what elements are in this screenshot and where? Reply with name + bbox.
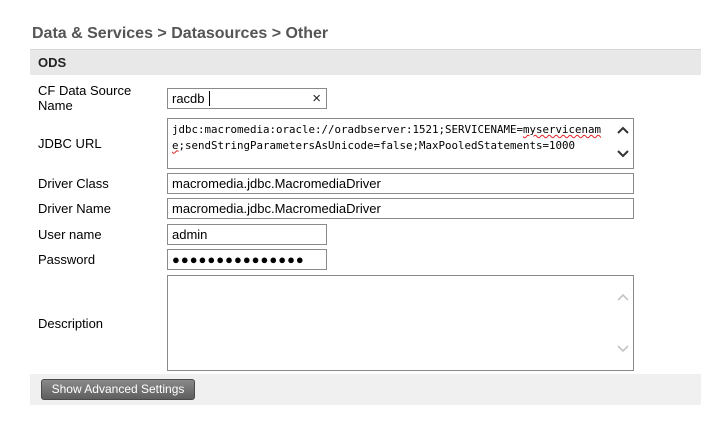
description-label: Description	[38, 316, 104, 331]
driver-class-input[interactable]: macromedia.jdbc.MacromediaDriver	[167, 173, 634, 194]
driver-name-value: macromedia.jdbc.MacromediaDriver	[172, 201, 381, 216]
chevron-down-icon[interactable]	[617, 345, 629, 353]
clear-x-icon[interactable]: ×	[312, 90, 321, 107]
username-input[interactable]: admin	[167, 224, 327, 245]
chevron-up-icon[interactable]	[617, 293, 629, 301]
password-value: ●●●●●●●●●●●●●●●	[172, 252, 305, 267]
chevron-up-icon[interactable]	[617, 126, 629, 134]
ds-name-label: CF Data Source Name	[38, 83, 132, 113]
jdbc-url-textarea[interactable]: jdbc:macromedia:oracle://oradbserver:152…	[167, 118, 634, 169]
username-value: admin	[172, 227, 208, 242]
breadcrumb: Data & Services > Datasources > Other	[32, 25, 329, 42]
password-input[interactable]: ●●●●●●●●●●●●●●●	[167, 249, 327, 270]
show-advanced-settings-button[interactable]: Show Advanced Settings	[41, 379, 195, 400]
password-label: Password	[38, 252, 96, 267]
driver-class-label: Driver Class	[38, 176, 109, 191]
text-caret	[209, 91, 210, 106]
username-label: User name	[38, 227, 102, 242]
advanced-settings-bar: Show Advanced Settings	[30, 374, 701, 405]
jdbc-url-label: JDBC URL	[38, 136, 102, 151]
driver-name-label: Driver Name	[38, 201, 111, 216]
section-title: ODS	[38, 55, 67, 70]
ds-name-input[interactable]: racdb ×	[167, 88, 327, 109]
ds-name-value: racdb	[172, 91, 205, 106]
chevron-down-icon[interactable]	[617, 150, 629, 158]
driver-class-value: macromedia.jdbc.MacromediaDriver	[172, 176, 381, 191]
section-header: ODS	[30, 49, 701, 75]
driver-name-input[interactable]: macromedia.jdbc.MacromediaDriver	[167, 198, 634, 219]
description-textarea[interactable]	[167, 275, 634, 371]
jdbc-url-value: jdbc:macromedia:oracle://oradbserver:152…	[172, 123, 602, 152]
